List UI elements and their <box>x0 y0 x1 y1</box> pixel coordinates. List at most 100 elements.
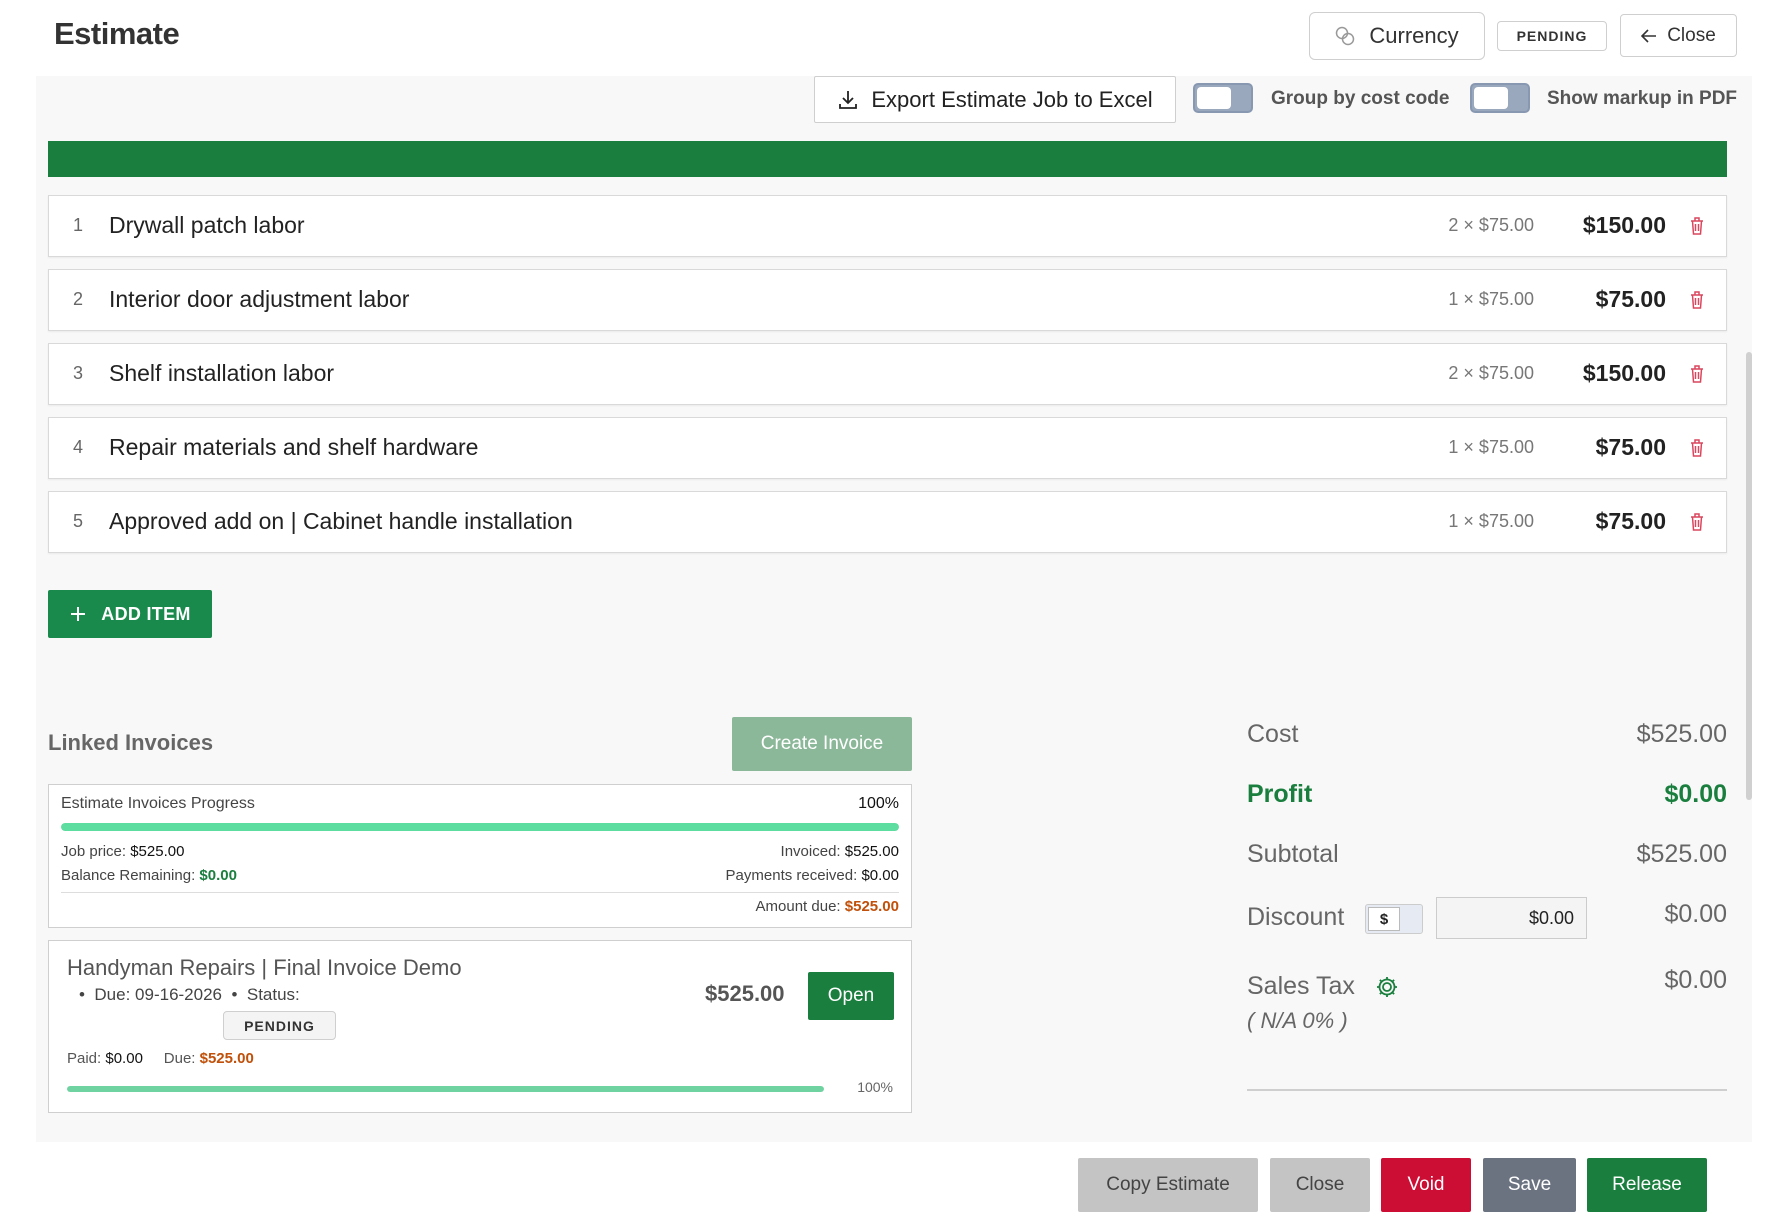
balance-row: Balance Remaining: $0.00 <box>61 867 237 884</box>
progress-bar-fill <box>61 823 899 831</box>
amount-due-value: $525.00 <box>844 898 899 915</box>
line-number: 1 <box>73 215 84 235</box>
invoice-due-date: Due: 09-16-2026 <box>94 985 222 1004</box>
line-total: $75.00 <box>1595 434 1666 460</box>
line-total: $150.00 <box>1582 212 1666 238</box>
plus-icon <box>71 607 86 621</box>
subtotal-value: $525.00 <box>1636 840 1727 868</box>
create-invoice-button[interactable]: Create Invoice <box>732 717 912 771</box>
toggle-knob <box>1474 87 1508 109</box>
due-label: Due: <box>163 1050 196 1067</box>
items-header-bar <box>48 141 1727 177</box>
close-button-top[interactable]: Close <box>1620 14 1737 57</box>
discount-input[interactable]: $0.00 <box>1436 897 1587 939</box>
line-quantity: 1 × $75.00 <box>1448 289 1534 309</box>
discount-type-value: $ <box>1368 907 1400 931</box>
discount-value: $0.00 <box>1664 900 1727 928</box>
open-invoice-button[interactable]: Open <box>808 972 894 1020</box>
close-label: Close <box>1667 24 1716 46</box>
trash-icon[interactable] <box>1688 512 1706 532</box>
cost-label: Cost <box>1247 720 1299 748</box>
job-price-label: Job price: <box>61 843 127 860</box>
balance-label: Balance Remaining: <box>61 867 196 884</box>
paid-value: $0.00 <box>105 1050 143 1067</box>
line-item[interactable]: 1 Drywall patch labor 2 × $75.00 $150.00 <box>48 195 1727 257</box>
save-button[interactable]: Save <box>1483 1158 1576 1212</box>
group-by-label: Group by cost code <box>1271 88 1450 109</box>
profit-value: $0.00 <box>1664 780 1727 808</box>
payments-row: Payments received: $0.00 <box>726 867 899 884</box>
line-total: $75.00 <box>1595 286 1666 312</box>
invoice-status-label: Status: <box>246 985 300 1004</box>
status-badge: PENDING <box>1497 21 1607 51</box>
invoice-status-badge: PENDING <box>223 1011 336 1040</box>
discount-type-toggle[interactable]: $ <box>1365 904 1423 934</box>
invoice-progress-percent: 100% <box>857 1079 893 1095</box>
invoice-paid-row: Paid: $0.00 Due: $525.00 <box>67 1050 254 1067</box>
toggle-knob <box>1197 87 1231 109</box>
release-button[interactable]: Release <box>1587 1158 1707 1212</box>
profit-label: Profit <box>1247 780 1313 808</box>
payments-label: Payments received: <box>725 867 858 884</box>
trash-icon[interactable] <box>1688 438 1706 458</box>
sales-tax-note: ( N/A 0% ) <box>1247 1008 1348 1033</box>
invoice-card[interactable]: Handyman Repairs | Final Invoice Demo • … <box>48 940 912 1113</box>
group-by-toggle[interactable] <box>1193 83 1253 113</box>
currency-icon <box>1336 26 1355 46</box>
job-price-value: $525.00 <box>130 843 185 860</box>
line-description: Shelf installation labor <box>109 360 335 386</box>
paid-label: Paid: <box>67 1050 102 1067</box>
cost-value: $525.00 <box>1636 720 1727 748</box>
amount-due-label: Amount due: <box>755 898 841 915</box>
due-value: $525.00 <box>199 1050 254 1067</box>
line-item[interactable]: 2 Interior door adjustment labor 1 × $75… <box>48 269 1727 331</box>
download-icon <box>839 90 858 109</box>
linked-invoices-title: Linked Invoices <box>48 730 214 755</box>
discount-label: Discount <box>1247 903 1345 931</box>
currency-button[interactable]: Currency <box>1309 12 1485 60</box>
line-item[interactable]: 5 Approved add on | Cabinet handle insta… <box>48 491 1727 553</box>
line-total: $75.00 <box>1595 508 1666 534</box>
trash-icon[interactable] <box>1688 364 1706 384</box>
subtotal-label: Subtotal <box>1247 840 1339 868</box>
trash-icon[interactable] <box>1688 216 1706 236</box>
markup-toggle[interactable] <box>1470 83 1530 113</box>
line-number: 5 <box>73 511 84 531</box>
line-number: 4 <box>73 437 84 457</box>
line-item[interactable]: 4 Repair materials and shelf hardware 1 … <box>48 417 1727 479</box>
invoice-progress-bar <box>67 1086 824 1092</box>
invoiced-row: Invoiced: $525.00 <box>781 843 899 860</box>
gear-icon[interactable] <box>1375 975 1399 999</box>
scrollbar[interactable] <box>1746 352 1752 800</box>
balance-value: $0.00 <box>199 867 237 884</box>
close-button[interactable]: Close <box>1270 1158 1370 1212</box>
invoice-meta: • Due: 09-16-2026 • Status: <box>79 985 300 1004</box>
add-item-label: ADD ITEM <box>101 603 191 624</box>
trash-icon[interactable] <box>1688 290 1706 310</box>
add-item-button[interactable]: ADD ITEM <box>48 590 212 638</box>
progress-title: Estimate Invoices Progress <box>61 795 255 812</box>
line-description: Drywall patch labor <box>109 212 305 238</box>
line-quantity: 2 × $75.00 <box>1448 215 1534 235</box>
job-price-row: Job price: $525.00 <box>61 843 184 860</box>
currency-label: Currency <box>1369 23 1459 48</box>
invoice-progress-fill <box>67 1086 824 1092</box>
line-quantity: 2 × $75.00 <box>1448 363 1534 383</box>
export-label: Export Estimate Job to Excel <box>871 86 1153 112</box>
sales-tax-label: Sales Tax <box>1247 972 1355 1000</box>
progress-percent: 100% <box>858 795 899 812</box>
export-excel-button[interactable]: Export Estimate Job to Excel <box>814 76 1176 123</box>
line-description: Repair materials and shelf hardware <box>109 434 479 460</box>
copy-estimate-button[interactable]: Copy Estimate <box>1078 1158 1258 1212</box>
sales-tax-value: $0.00 <box>1664 966 1727 994</box>
summary-divider <box>1247 1089 1727 1091</box>
invoice-title: Handyman Repairs | Final Invoice Demo <box>67 955 462 980</box>
void-button[interactable]: Void <box>1381 1158 1471 1212</box>
line-quantity: 1 × $75.00 <box>1448 511 1534 531</box>
divider <box>61 892 899 893</box>
markup-label: Show markup in PDF <box>1547 88 1738 109</box>
page-title: Estimate <box>54 16 180 51</box>
line-item[interactable]: 3 Shelf installation labor 2 × $75.00 $1… <box>48 343 1727 405</box>
invoices-progress-card: Estimate Invoices Progress 100% Job pric… <box>48 784 912 928</box>
invoice-amount: $525.00 <box>705 981 785 1006</box>
